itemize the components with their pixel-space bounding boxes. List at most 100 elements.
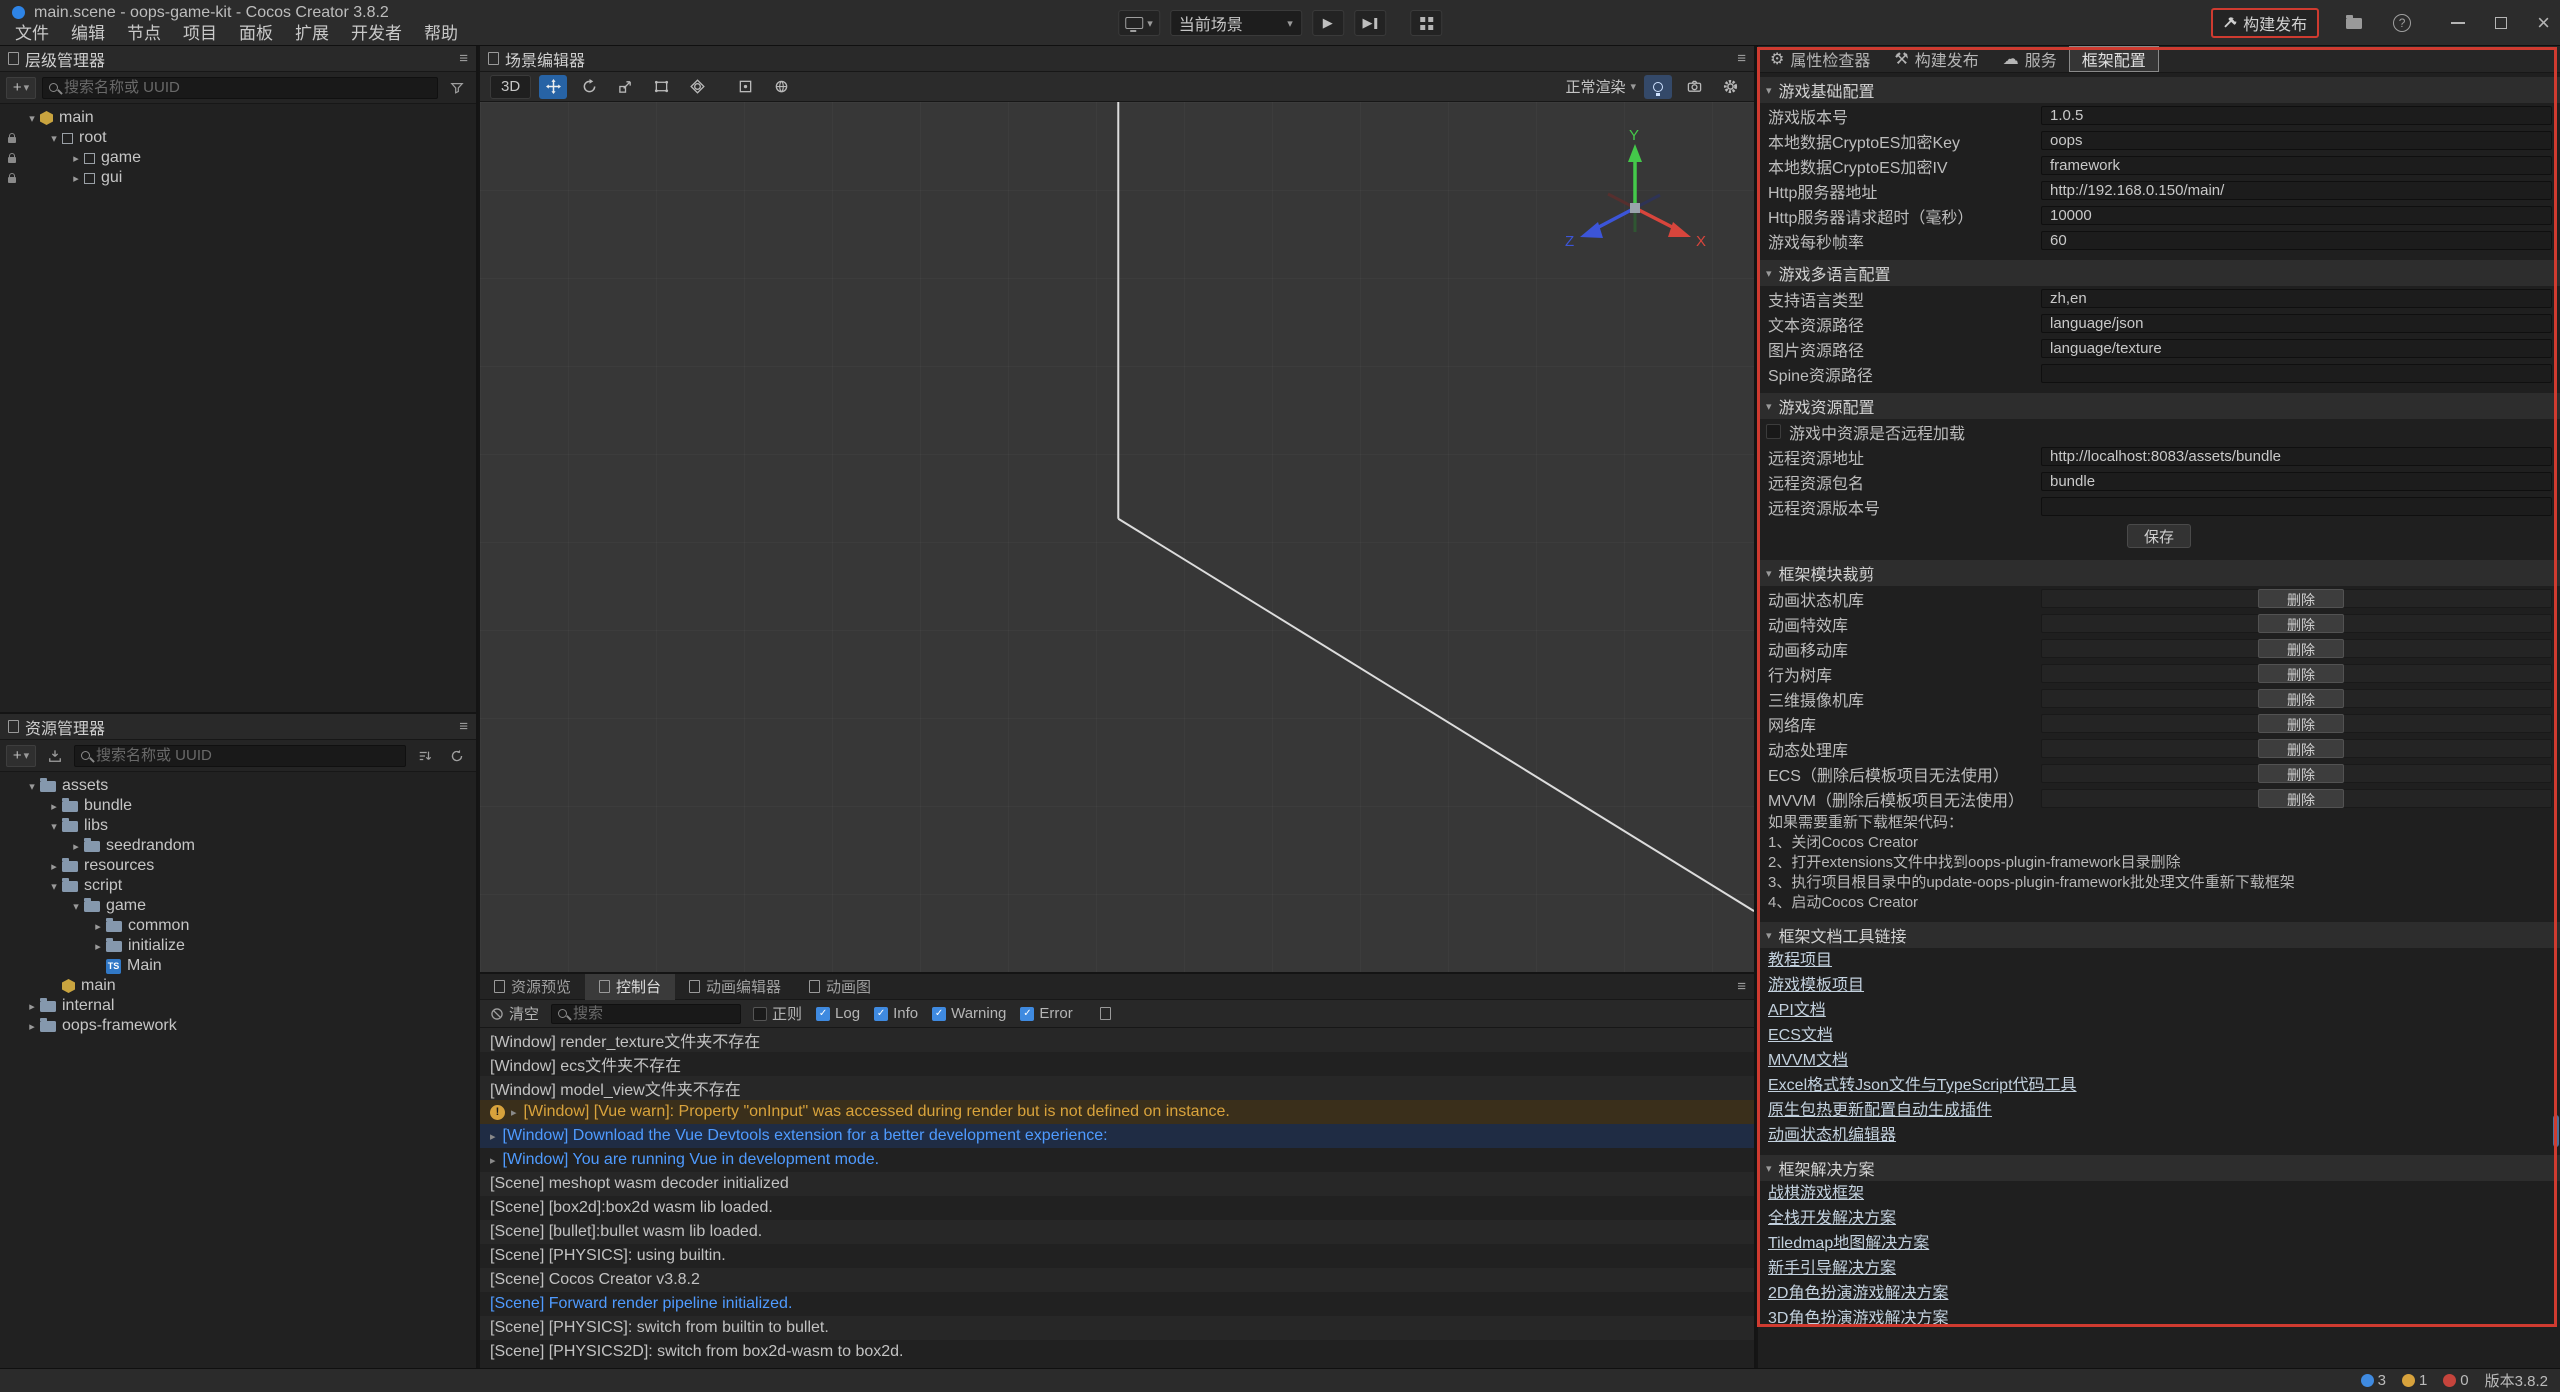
delete-button[interactable]: 删除 bbox=[2258, 589, 2344, 608]
caret-icon[interactable]: ▾ bbox=[24, 780, 40, 793]
checkbox-icon[interactable]: ✓ bbox=[932, 1007, 946, 1021]
coordinate-space-button[interactable] bbox=[767, 75, 795, 99]
panel-menu-icon[interactable]: ≡ bbox=[459, 718, 468, 735]
delete-button[interactable]: 删除 bbox=[2258, 789, 2344, 808]
caret-icon[interactable]: ▾ bbox=[46, 820, 62, 833]
assets-search-input[interactable] bbox=[96, 747, 399, 764]
gizmo-x-label[interactable]: X bbox=[1696, 233, 1706, 250]
view-gizmo[interactable]: Y X Z bbox=[1560, 128, 1710, 268]
tree-row-libs[interactable]: ▾libs bbox=[0, 816, 476, 836]
inspector-scrollbar-thumb[interactable] bbox=[2553, 1115, 2559, 1147]
caret-icon[interactable]: ▸ bbox=[90, 940, 106, 953]
filter-regex[interactable]: 正则 bbox=[753, 1003, 802, 1024]
console-log-row[interactable]: [Window] model_view文件夹不存在 bbox=[480, 1076, 1754, 1100]
lock-icon[interactable] bbox=[8, 177, 16, 183]
tree-row-oops-framework[interactable]: ▸oops-framework bbox=[0, 1016, 476, 1036]
lock-icon[interactable] bbox=[8, 137, 16, 143]
console-log-row[interactable]: [Scene] [PHYSICS]: using builtin. bbox=[480, 1244, 1754, 1268]
mode-3d-button[interactable]: 3D bbox=[490, 75, 531, 99]
caret-icon[interactable]: ▾ bbox=[68, 900, 84, 913]
console-log-row[interactable]: ▸[Window] Download the Vue Devtools exte… bbox=[480, 1124, 1754, 1148]
caret-icon[interactable]: ▾ bbox=[46, 880, 62, 893]
console-log-row[interactable]: [Scene] [bullet]:bullet wasm lib loaded. bbox=[480, 1220, 1754, 1244]
render-mode-select[interactable]: 正常渲染 ▾ bbox=[1565, 76, 1636, 97]
doc-link[interactable]: 教程项目 bbox=[1758, 948, 2560, 973]
save-button[interactable]: 保存 bbox=[2127, 524, 2191, 548]
doc-link[interactable]: Tiledmap地图解决方案 bbox=[1758, 1231, 2560, 1256]
console-log-row[interactable]: [Scene] Forward render pipeline initiali… bbox=[480, 1292, 1754, 1316]
console-log-row[interactable]: [Window] render_texture文件夹不存在 bbox=[480, 1028, 1754, 1052]
tree-row-common[interactable]: ▸common bbox=[0, 916, 476, 936]
doc-link[interactable]: 原生包热更新配置自动生成插件 bbox=[1758, 1098, 2560, 1123]
property-input[interactable] bbox=[2041, 289, 2552, 308]
step-button[interactable]: ▶ bbox=[1354, 10, 1386, 36]
console-log-row[interactable]: !▸[Window] [Vue warn]: Property "onInput… bbox=[480, 1100, 1754, 1124]
status-warning-count[interactable]: 1 bbox=[2402, 1372, 2427, 1389]
property-input[interactable] bbox=[2041, 181, 2552, 200]
property-input[interactable] bbox=[2041, 314, 2552, 333]
tab-frame-config[interactable]: 框架配置 bbox=[2069, 46, 2159, 72]
checkbox-icon[interactable] bbox=[753, 1007, 767, 1021]
tab-assets-preview[interactable]: 资源预览 bbox=[480, 974, 585, 1000]
tab-animation-editor[interactable]: 动画编辑器 bbox=[675, 974, 795, 1000]
translate-tool-button[interactable] bbox=[539, 75, 567, 99]
delete-button[interactable]: 删除 bbox=[2258, 639, 2344, 658]
scene-select[interactable]: 当前场景 ▾ bbox=[1170, 10, 1302, 36]
expand-icon[interactable]: ▸ bbox=[490, 1130, 496, 1143]
rotate-tool-button[interactable] bbox=[575, 75, 603, 99]
expand-icon[interactable]: ▸ bbox=[511, 1106, 517, 1119]
menu-item-panel[interactable]: 面板 bbox=[228, 22, 284, 46]
section-resource-config[interactable]: ▾ 游戏资源配置 bbox=[1758, 393, 2560, 419]
filter-log[interactable]: ✓Log bbox=[816, 1005, 860, 1022]
panel-menu-icon[interactable]: ≡ bbox=[1737, 50, 1746, 67]
gizmo-y-label[interactable]: Y bbox=[1629, 128, 1639, 144]
hierarchy-search-input[interactable] bbox=[64, 79, 431, 96]
doc-link[interactable]: 2D角色扮演游戏解决方案 bbox=[1758, 1281, 2560, 1306]
doc-link[interactable]: ECS文档 bbox=[1758, 1023, 2560, 1048]
caret-icon[interactable]: ▸ bbox=[24, 1020, 40, 1033]
tab-console[interactable]: 控制台 bbox=[585, 974, 675, 1000]
menu-item-extension[interactable]: 扩展 bbox=[284, 22, 340, 46]
hierarchy-filter-button[interactable] bbox=[444, 75, 470, 101]
caret-icon[interactable]: ▸ bbox=[24, 1000, 40, 1013]
caret-icon[interactable]: ▸ bbox=[68, 172, 84, 185]
tab-inspector[interactable]: ⚙属性检查器 bbox=[1758, 46, 1882, 72]
menu-item-help[interactable]: 帮助 bbox=[413, 22, 469, 46]
layout-button[interactable] bbox=[1410, 10, 1442, 36]
import-asset-button[interactable] bbox=[42, 743, 68, 769]
menu-item-developer[interactable]: 开发者 bbox=[340, 22, 413, 46]
checkbox-icon[interactable]: ✓ bbox=[1020, 1007, 1034, 1021]
property-input[interactable] bbox=[2041, 364, 2552, 383]
assets-refresh-button[interactable] bbox=[444, 743, 470, 769]
remote-load-checkbox[interactable] bbox=[1766, 424, 1781, 439]
doc-link[interactable]: 3D角色扮演游戏解决方案 bbox=[1758, 1306, 2560, 1331]
console-log-row[interactable]: ▸[Window] You are running Vue in develop… bbox=[480, 1148, 1754, 1172]
console-search-input[interactable] bbox=[573, 1005, 772, 1022]
open-project-folder-button[interactable] bbox=[2341, 10, 2367, 36]
doc-link[interactable]: 游戏模板项目 bbox=[1758, 973, 2560, 998]
delete-button[interactable]: 删除 bbox=[2258, 739, 2344, 758]
console-log-row[interactable]: [Scene] meshopt wasm decoder initialized bbox=[480, 1172, 1754, 1196]
doc-link[interactable]: MVVM文档 bbox=[1758, 1048, 2560, 1073]
console-log-row[interactable]: [Window] ecs文件夹不存在 bbox=[480, 1052, 1754, 1076]
doc-link[interactable]: 全栈开发解决方案 bbox=[1758, 1206, 2560, 1231]
menu-item-file[interactable]: 文件 bbox=[4, 22, 60, 46]
caret-icon[interactable]: ▾ bbox=[46, 132, 62, 145]
tree-row-root[interactable]: ▾root bbox=[0, 128, 476, 148]
menu-item-edit[interactable]: 编辑 bbox=[60, 22, 116, 46]
scene-settings-button[interactable] bbox=[1716, 75, 1744, 99]
caret-icon[interactable]: ▸ bbox=[68, 152, 84, 165]
scene-viewport[interactable]: Y X Z bbox=[480, 102, 1754, 972]
maximize-button[interactable] bbox=[2495, 17, 2507, 29]
clear-console-button[interactable]: 清空 bbox=[490, 1003, 539, 1024]
console-collapse-button[interactable] bbox=[1093, 1001, 1119, 1027]
tree-row-assets[interactable]: ▾assets bbox=[0, 776, 476, 796]
panel-menu-icon[interactable]: ≡ bbox=[1737, 978, 1746, 995]
tree-row-bundle[interactable]: ▸bundle bbox=[0, 796, 476, 816]
play-button[interactable]: ▶ bbox=[1312, 10, 1344, 36]
section-language-config[interactable]: ▾ 游戏多语言配置 bbox=[1758, 260, 2560, 286]
console-log-row[interactable]: [Scene] [PHYSICS]: switch from builtin t… bbox=[480, 1316, 1754, 1340]
lock-icon[interactable] bbox=[8, 157, 16, 163]
tab-animation-graph[interactable]: 动画图 bbox=[795, 974, 885, 1000]
help-button[interactable]: ? bbox=[2389, 10, 2415, 36]
